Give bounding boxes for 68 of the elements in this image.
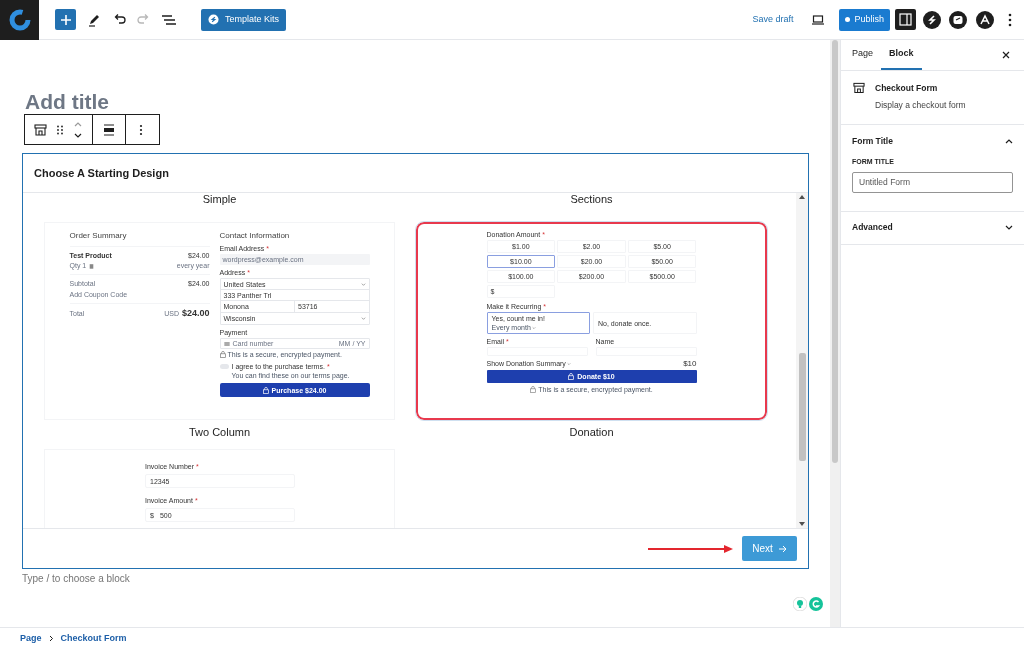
card-circle-icon[interactable] bbox=[949, 10, 967, 29]
design-preview[interactable] bbox=[416, 222, 767, 420]
template-kits-button[interactable]: Template Kits bbox=[201, 8, 287, 31]
design-label: Simple bbox=[202, 193, 237, 206]
more-options-icon[interactable] bbox=[1008, 12, 1012, 27]
lock-icon bbox=[219, 351, 226, 358]
store-icon[interactable] bbox=[34, 123, 47, 136]
chevron-up-icon bbox=[1005, 138, 1013, 144]
bolt-circle-icon[interactable] bbox=[923, 10, 941, 29]
breadcrumb-link[interactable]: Page bbox=[20, 631, 42, 646]
breadcrumb-link[interactable]: Checkout Form bbox=[60, 631, 127, 646]
sidebar-tab[interactable]: Page bbox=[844, 40, 882, 70]
list-view-icon[interactable] bbox=[161, 12, 177, 27]
panel-title: Form Title bbox=[852, 134, 893, 148]
scrollbar[interactable] bbox=[796, 193, 808, 528]
store-icon bbox=[853, 82, 865, 94]
design-label: Two Column bbox=[188, 426, 251, 439]
title-field[interactable]: Add title bbox=[25, 90, 830, 114]
panel-title: Choose A Starting Design bbox=[34, 165, 169, 181]
add-block-button[interactable] bbox=[55, 9, 76, 30]
drag-handle-icon[interactable] bbox=[57, 124, 63, 135]
lock-icon bbox=[530, 386, 537, 393]
scrollbar[interactable] bbox=[830, 40, 840, 627]
align-icon[interactable] bbox=[103, 123, 115, 136]
panel-title: Advanced bbox=[852, 221, 893, 234]
scrollbar-thumb[interactable] bbox=[798, 353, 806, 461]
summary-total: $10 bbox=[683, 359, 697, 368]
form-title-field[interactable]: Untitled Form bbox=[852, 171, 1013, 193]
total-value: $24.00 bbox=[181, 308, 210, 319]
scrollbar-thumb[interactable] bbox=[832, 40, 838, 463]
section-title: Order Summary bbox=[69, 231, 128, 241]
chevron-right-icon bbox=[48, 635, 54, 642]
sidebar-tab[interactable]: Block bbox=[881, 40, 922, 70]
kit-icon bbox=[208, 14, 219, 25]
card-icon bbox=[223, 341, 230, 346]
plus-icon bbox=[59, 13, 72, 26]
save-draft-button[interactable]: Save draft bbox=[752, 12, 794, 27]
chevron-down-icon bbox=[531, 325, 536, 330]
chevron-down-icon bbox=[566, 361, 571, 366]
chevron-down-icon bbox=[1005, 224, 1013, 231]
panel-header[interactable]: Advanced bbox=[841, 211, 1024, 244]
chevron-down-icon bbox=[360, 281, 366, 287]
dot-icon bbox=[845, 17, 851, 22]
lock-icon bbox=[568, 373, 575, 380]
desktop-preview-icon[interactable] bbox=[811, 13, 826, 26]
arrow-right-icon bbox=[778, 544, 787, 553]
trash-icon[interactable] bbox=[89, 262, 95, 269]
block-hint: Type / to choose a block bbox=[22, 572, 130, 586]
settings-toggle-button[interactable] bbox=[895, 9, 916, 30]
lock-icon bbox=[262, 386, 269, 394]
sidebar-icon bbox=[899, 13, 912, 26]
design-label: Donation bbox=[569, 426, 614, 439]
chevron-down-icon bbox=[360, 316, 366, 321]
scroll-down-icon[interactable] bbox=[799, 522, 805, 526]
undo-icon[interactable] bbox=[112, 12, 126, 27]
publish-button[interactable]: Publish bbox=[839, 8, 890, 31]
close-icon[interactable] bbox=[1002, 51, 1010, 59]
toggle-switch[interactable] bbox=[219, 364, 229, 369]
logo-icon[interactable] bbox=[7, 7, 32, 32]
section-title: Contact Information bbox=[219, 231, 291, 241]
scroll-up-icon[interactable] bbox=[799, 195, 805, 199]
design-label: Sections bbox=[570, 193, 613, 206]
panel-header[interactable]: Form Title bbox=[841, 125, 1024, 157]
pencil-icon[interactable] bbox=[87, 12, 101, 27]
block-name: Checkout Form bbox=[875, 82, 939, 95]
peak-circle-icon[interactable] bbox=[976, 10, 994, 29]
more-icon[interactable] bbox=[139, 123, 143, 136]
block-description: Display a checkout form bbox=[875, 98, 966, 112]
